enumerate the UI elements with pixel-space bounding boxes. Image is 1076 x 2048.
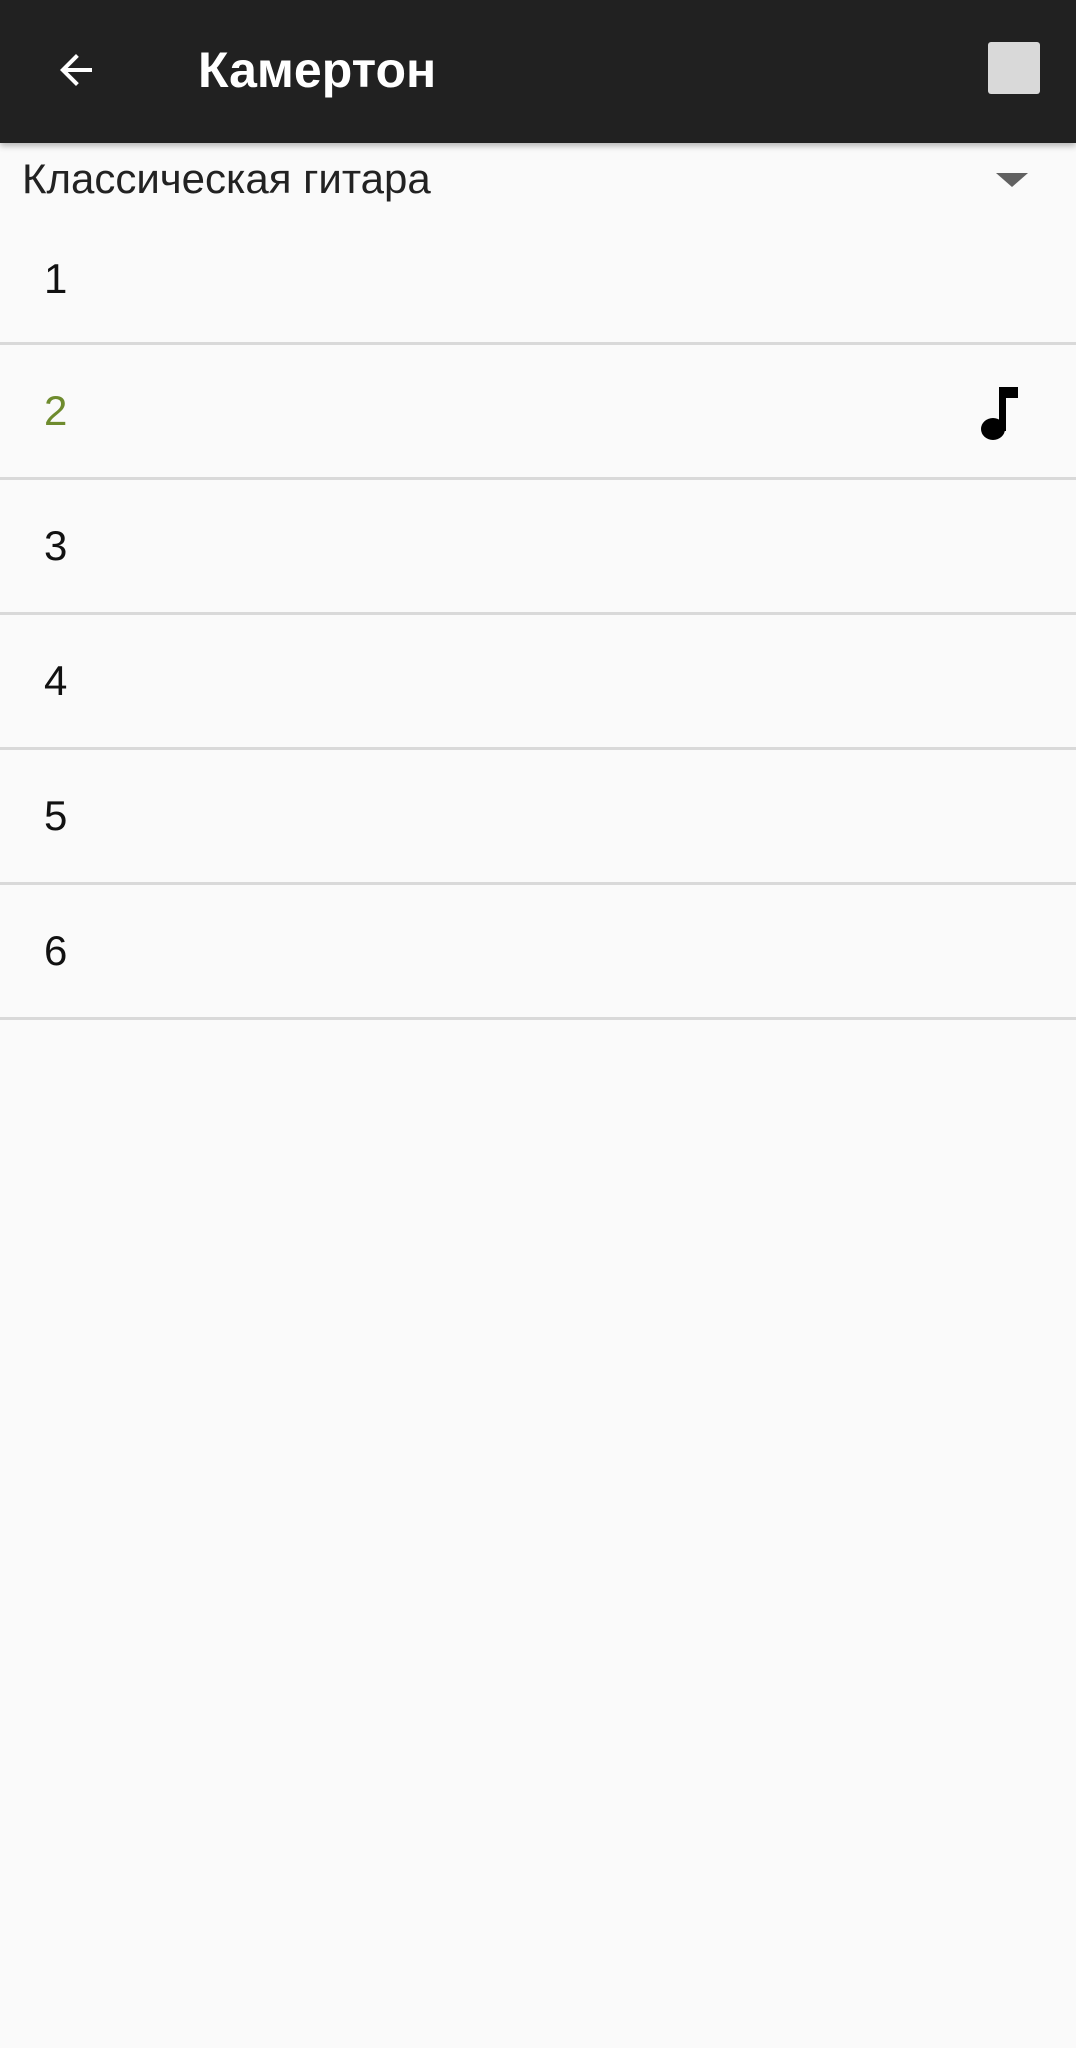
music-note-icon [981,387,1018,440]
string-list: 1 2 3 4 5 6 [0,215,1076,1020]
arrow-back-icon [60,54,92,86]
main-content: Классическая гитара 1 2 3 4 5 6 [0,143,1076,2048]
string-row-3[interactable]: 3 [0,480,1076,615]
string-row-6[interactable]: 6 [0,885,1076,1020]
string-row-4[interactable]: 4 [0,615,1076,750]
back-button[interactable] [26,20,126,120]
tuning-dropdown[interactable]: Классическая гитара [0,143,1076,215]
string-row-5[interactable]: 5 [0,750,1076,885]
string-label: 1 [44,254,68,302]
string-row-1[interactable]: 1 [0,215,1076,345]
page-title: Камертон [198,42,437,98]
string-label: 6 [44,927,68,974]
square-action-icon[interactable] [988,42,1040,94]
string-row-2[interactable]: 2 [0,345,1076,480]
string-label: 4 [44,657,68,704]
tuning-dropdown-value: Классическая гитара [22,155,431,202]
app-bar: Камертон [0,0,1076,143]
string-label: 3 [44,522,68,569]
string-label: 2 [44,387,68,434]
string-label: 5 [44,792,68,839]
dropdown-arrow-icon [996,173,1028,187]
